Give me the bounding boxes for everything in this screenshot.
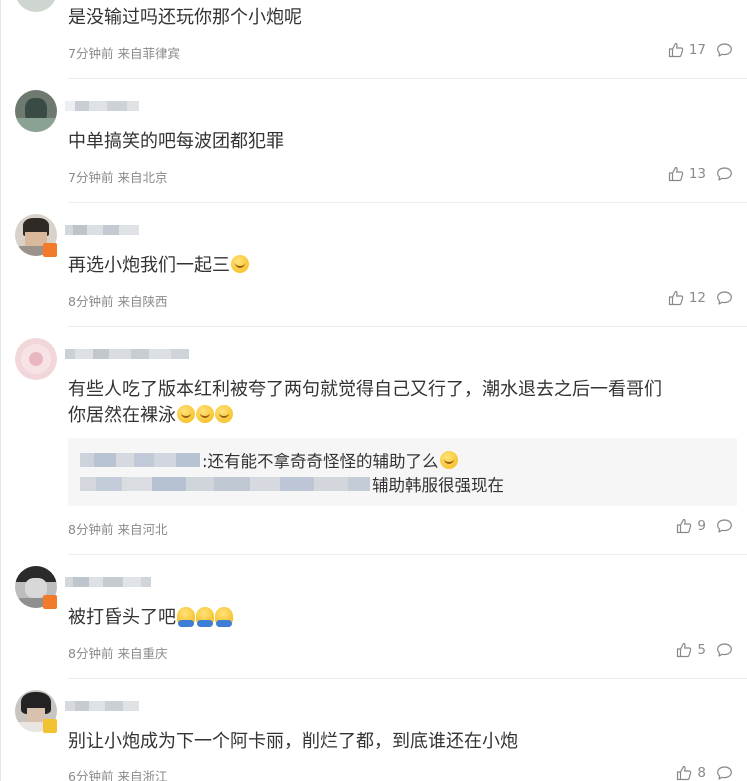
comment-actions: 12: [668, 290, 733, 306]
like-button[interactable]: 5: [676, 642, 706, 658]
comment-text: 你居然在裸泳: [68, 402, 233, 430]
comment-location: 来自陕西: [117, 294, 168, 309]
shy-smile-emoji-icon: [196, 405, 214, 423]
comment-bubble-icon: [717, 519, 732, 533]
like-count: 13: [688, 166, 706, 182]
comment-text-content: 你居然在裸泳: [68, 405, 176, 426]
like-count: 17: [688, 42, 706, 58]
comment-text: 再选小炮我们一起三: [68, 252, 249, 280]
thumbs-up-icon: [677, 518, 692, 534]
comment-meta: 7分钟前 来自北京: [68, 167, 167, 186]
comment-item: 别让小炮成为下一个阿卡丽，削烂了都，到底谁还在小炮 6分钟前 来自浙江 8: [1, 679, 747, 781]
comment-text-content: 被打昏头了吧: [68, 607, 176, 628]
reply-button[interactable]: [716, 166, 733, 182]
comment-bubble-icon: [717, 643, 732, 657]
comment-location: 来自北京: [117, 170, 168, 185]
comment-location: 来自重庆: [117, 646, 168, 661]
like-count: 12: [688, 290, 706, 306]
username-mosaic[interactable]: [65, 698, 139, 714]
reply-button[interactable]: [716, 765, 733, 781]
reply-username-mosaic[interactable]: [80, 476, 370, 492]
comment-time: 6分钟前: [68, 769, 114, 781]
like-count: 8: [697, 765, 706, 781]
like-count: 9: [697, 518, 706, 534]
reply-button[interactable]: [716, 518, 733, 534]
comment-bubble-icon: [717, 291, 732, 305]
comment-meta: 8分钟前 来自河北: [68, 519, 167, 538]
username-mosaic[interactable]: [65, 574, 151, 590]
comment-bubble-icon: [717, 43, 732, 57]
reply-text: :还有能不拿奇奇怪怪的辅助了么: [202, 452, 439, 471]
username-mosaic[interactable]: [65, 98, 139, 114]
username-mosaic[interactable]: [65, 222, 139, 238]
comment-meta: 8分钟前 来自重庆: [68, 643, 167, 662]
thumbs-up-icon: [668, 42, 684, 58]
comment-location: 来自河北: [117, 522, 168, 537]
like-button[interactable]: 17: [668, 42, 706, 58]
comment-item: 中单搞笑的吧每波团都犯罪 7分钟前 来自北京 13: [1, 79, 747, 202]
avatar[interactable]: [15, 0, 57, 12]
smile-emoji-icon: [231, 255, 249, 273]
comment-meta: 8分钟前 来自陕西: [68, 291, 167, 310]
reply-username-mosaic[interactable]: [80, 452, 200, 468]
comment-actions: 8: [676, 765, 733, 781]
comment-time: 8分钟前: [68, 646, 114, 661]
thumbs-up-icon: [677, 765, 692, 781]
reply-item: 辅助韩服很强现在: [80, 472, 737, 496]
reply-button[interactable]: [716, 642, 733, 658]
shy-smile-emoji-icon: [215, 405, 233, 423]
comment-actions: 13: [668, 166, 733, 182]
verified-badge: [43, 719, 57, 733]
comment-text: 别让小炮成为下一个阿卡丽，削烂了都，到底谁还在小炮: [68, 731, 518, 752]
verified-badge: [43, 243, 57, 257]
reply-item: :还有能不拿奇奇怪怪的辅助了么: [80, 448, 737, 472]
reply-button[interactable]: [716, 290, 733, 306]
dizzy-figure-emoji-icon: [177, 607, 195, 627]
comment-item: 再选小炮我们一起三 8分钟前 来自陕西 12: [1, 203, 747, 326]
like-button[interactable]: 8: [676, 765, 706, 781]
comment-text: 中单搞笑的吧每波团都犯罪: [68, 131, 284, 152]
comment-bubble-icon: [717, 167, 732, 181]
username-mosaic[interactable]: [65, 346, 189, 362]
avatar[interactable]: [15, 338, 57, 380]
reply-text: 辅助韩服很强现在: [372, 476, 504, 495]
comment-item: 被打昏头了吧 8分钟前 来自重庆 5: [1, 555, 747, 678]
avatar[interactable]: [15, 90, 57, 132]
comment-bubble-icon: [717, 766, 732, 780]
shy-smile-emoji-icon: [177, 405, 195, 423]
shy-smile-emoji-icon: [439, 451, 458, 469]
comment-time: 7分钟前: [68, 170, 114, 185]
comment-actions: 5: [676, 642, 733, 658]
comment-location: 来自浙江: [117, 769, 168, 781]
comment-meta: 6分钟前 来自浙江: [68, 766, 167, 781]
comment-item: 是没输过吗还玩你那个小炮呢 7分钟前 来自菲律宾 17: [1, 0, 747, 78]
thumbs-up-icon: [668, 166, 684, 182]
comment-text-content: 再选小炮我们一起三: [68, 255, 230, 276]
reply-button[interactable]: [716, 42, 733, 58]
thumbs-up-icon: [668, 290, 684, 306]
comment-actions: 9: [676, 518, 733, 534]
like-button[interactable]: 12: [668, 290, 706, 306]
like-button[interactable]: 9: [676, 518, 706, 534]
comment-item: 有些人吃了版本红利被夸了两句就觉得自己又行了，潮水退去之后一看哥们 你居然在裸泳…: [1, 327, 747, 554]
comment-text: 有些人吃了版本红利被夸了两句就觉得自己又行了，潮水退去之后一看哥们: [68, 379, 662, 400]
dizzy-figure-emoji-icon: [215, 607, 233, 627]
dizzy-figure-emoji-icon: [196, 607, 214, 627]
thumbs-up-icon: [677, 642, 692, 658]
comment-text: 是没输过吗还玩你那个小炮呢: [68, 7, 302, 28]
comment-time: 8分钟前: [68, 294, 114, 309]
comment-location: 来自菲律宾: [117, 46, 180, 61]
comment-text: 被打昏头了吧: [68, 604, 233, 632]
comment-actions: 17: [668, 42, 733, 58]
reply-thread[interactable]: :还有能不拿奇奇怪怪的辅助了么 辅助韩服很强现在: [68, 438, 737, 506]
like-count: 5: [697, 642, 706, 658]
comment-time: 8分钟前: [68, 522, 114, 537]
comment-meta: 7分钟前 来自菲律宾: [68, 43, 180, 62]
comment-time: 7分钟前: [68, 46, 114, 61]
verified-badge: [43, 595, 57, 609]
like-button[interactable]: 13: [668, 166, 706, 182]
